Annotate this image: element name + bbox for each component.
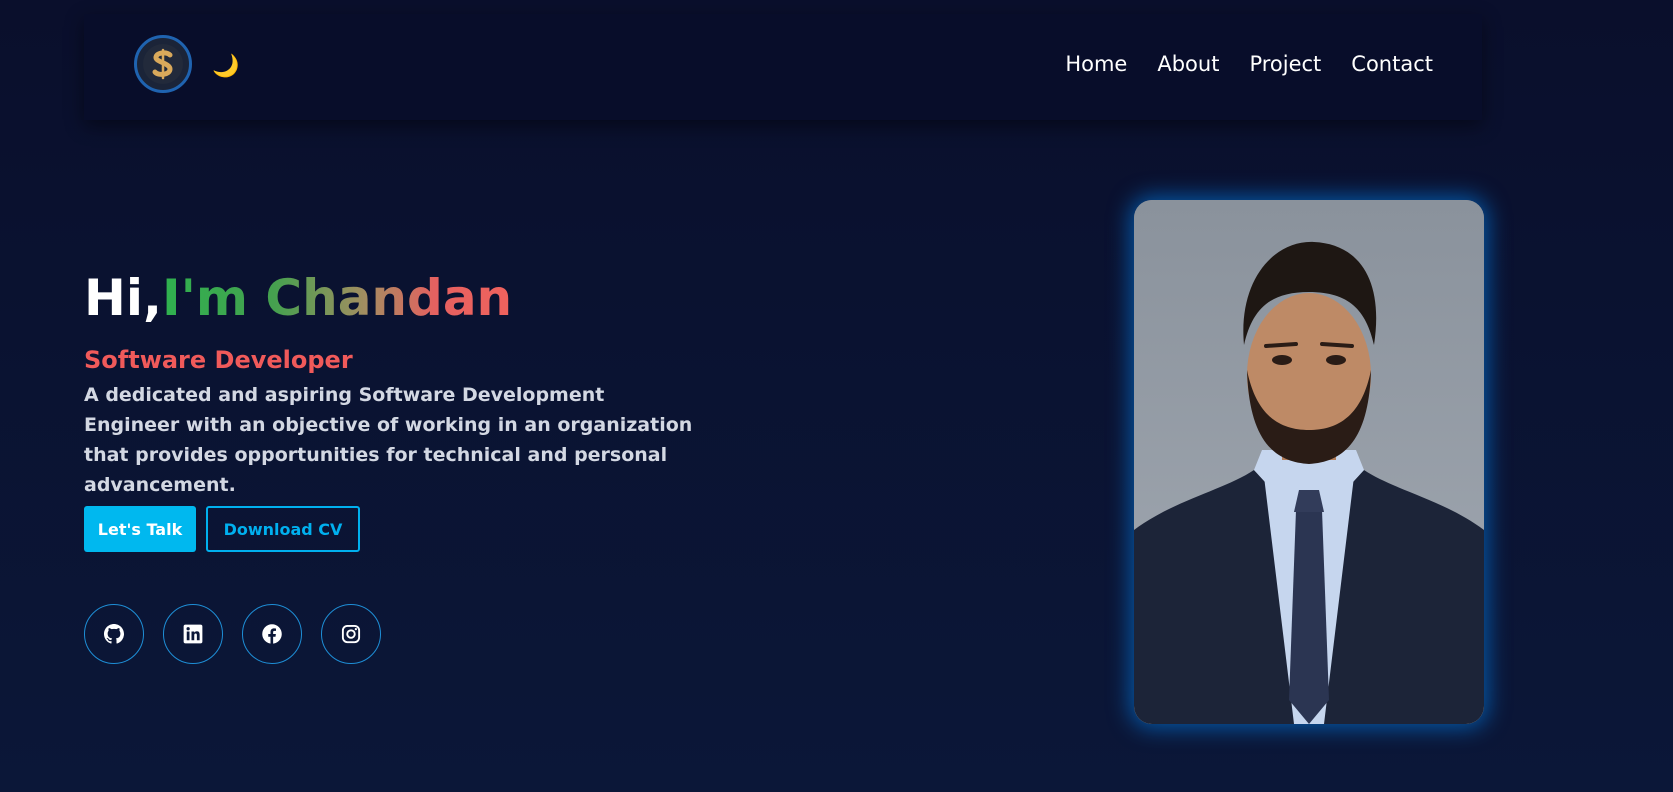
lets-talk-button[interactable]: Let's Talk [84, 506, 196, 552]
github-icon [104, 624, 124, 644]
nav-link-project[interactable]: Project [1249, 52, 1321, 76]
logo[interactable] [134, 35, 192, 93]
linkedin-icon [183, 624, 203, 644]
nav-link-about[interactable]: About [1157, 52, 1219, 76]
hero-role: Software Developer [84, 346, 353, 374]
linkedin-link[interactable] [163, 604, 223, 664]
hero-greeting: Hi, [84, 269, 162, 327]
nav-link-contact[interactable]: Contact [1351, 52, 1433, 76]
download-cv-button[interactable]: Download CV [206, 506, 360, 552]
social-links [84, 604, 381, 664]
instagram-link[interactable] [321, 604, 381, 664]
moon-icon[interactable]: 🌙 [212, 54, 239, 80]
navbar: 🌙 Home About Project Contact [84, 14, 1482, 120]
instagram-icon [341, 624, 361, 644]
hero-title: Hi,I'm Chandan [84, 268, 512, 328]
nav-link-home[interactable]: Home [1065, 52, 1127, 76]
facebook-link[interactable] [242, 604, 302, 664]
github-link[interactable] [84, 604, 144, 664]
profile-photo [1134, 200, 1484, 724]
hero-name: I'm Chandan [161, 269, 513, 327]
hero-description: A dedicated and aspiring Software Develo… [84, 384, 693, 496]
nav-links: Home About Project Contact [1065, 52, 1433, 76]
logo-monogram-icon [143, 44, 183, 84]
facebook-icon [262, 624, 282, 644]
